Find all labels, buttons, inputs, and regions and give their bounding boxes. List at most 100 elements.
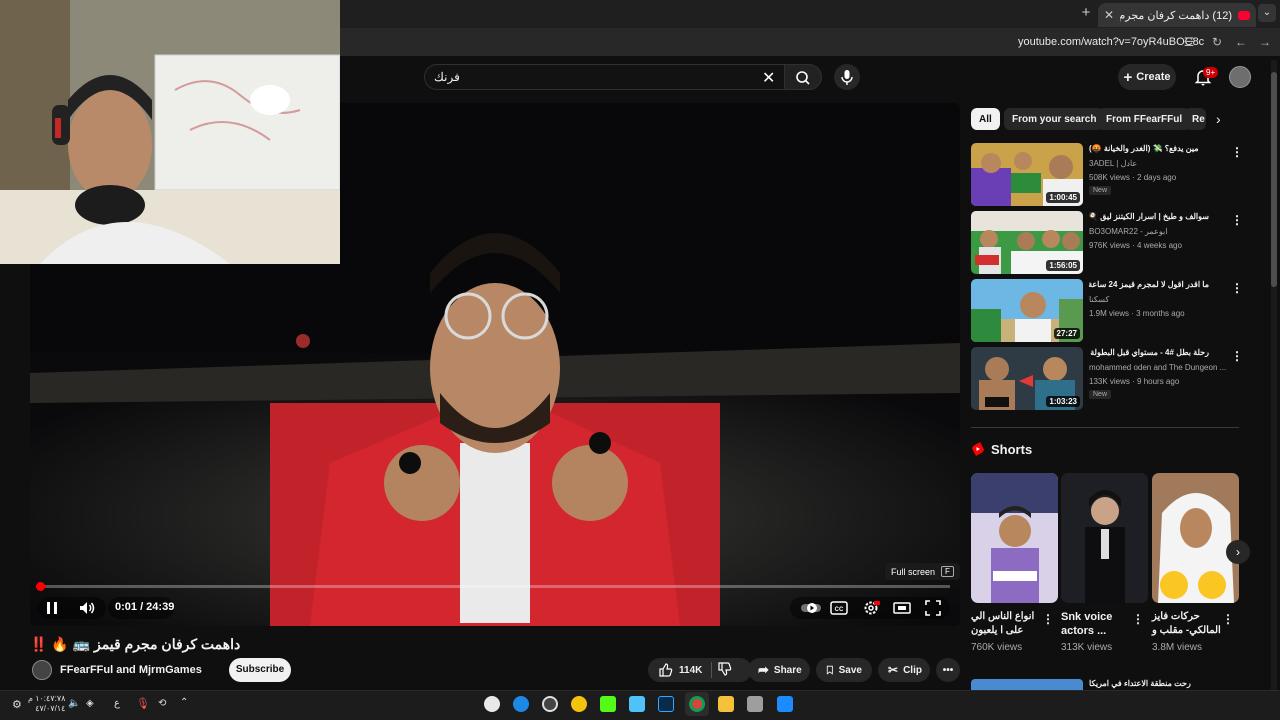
pause-icon bbox=[47, 602, 57, 614]
notepad-app-icon[interactable] bbox=[629, 696, 645, 712]
windows-start-icon[interactable] bbox=[777, 696, 793, 712]
chrome-app-icon[interactable] bbox=[689, 696, 705, 712]
obs-app-icon[interactable] bbox=[542, 696, 558, 712]
recommendation-item[interactable]: 1:03:23 رحلة بطل #4 - مستواي قبل البطولة… bbox=[971, 347, 1243, 411]
volume-icon bbox=[80, 602, 95, 614]
file-explorer-app-icon[interactable] bbox=[718, 696, 734, 712]
fullscreen-button[interactable] bbox=[922, 597, 944, 619]
new-tab-button[interactable]: + bbox=[1078, 5, 1094, 21]
kebab-menu-icon[interactable]: ⋮ bbox=[1132, 612, 1144, 626]
kebab-menu-icon[interactable]: ⋮ bbox=[1231, 349, 1243, 363]
share-button[interactable]: ➦ Share bbox=[748, 658, 810, 682]
autoplay-toggle[interactable] bbox=[800, 597, 822, 619]
chip-all[interactable]: All bbox=[971, 108, 1000, 130]
tab-close-icon[interactable]: ✕ bbox=[1104, 8, 1114, 22]
recommendation-item[interactable]: 1:56:05 سوالف و طبخ | اسرار الكيتنز ليق … bbox=[971, 211, 1243, 275]
time-display: 0:01 / 24:39 bbox=[115, 601, 175, 613]
video-title: داهمت كرفان مجرم قيمز 🚌 🔥 ‼️ bbox=[30, 636, 241, 652]
bookmark-icon bbox=[826, 665, 833, 675]
like-button[interactable]: 114K bbox=[658, 662, 702, 678]
speaker-icon[interactable]: 🔈 bbox=[68, 698, 80, 709]
create-button[interactable]: + Create bbox=[1118, 64, 1176, 90]
short-views: 760K views bbox=[971, 642, 1023, 653]
recommendation-title: رحلة بطل #4 - مستواي قبل البطولة ‼️ bbox=[1089, 348, 1209, 357]
partial-thumbnail[interactable] bbox=[971, 679, 1083, 690]
tab-title: (12) داهمت كرفان مجرم قيمز bbox=[1120, 9, 1232, 22]
account-avatar[interactable] bbox=[1229, 66, 1251, 88]
tooltip-label: Full screen bbox=[891, 566, 936, 577]
language-indicator[interactable]: ع bbox=[114, 698, 120, 709]
channel-name[interactable]: FFearFFul and MjrmGames bbox=[60, 664, 202, 676]
theater-mode-button[interactable] bbox=[891, 597, 913, 619]
recommendation-item[interactable]: 27:27 ما اقدر اقول لا لمجرم قيمز 24 ساعة… bbox=[971, 279, 1243, 343]
mic-tray-icon[interactable]: 🎙 bbox=[136, 697, 150, 710]
short-thumbnail[interactable] bbox=[1061, 473, 1148, 603]
subscribe-button[interactable]: Subscribe bbox=[229, 658, 291, 682]
system-tray-icon[interactable]: ⚙ bbox=[12, 698, 22, 711]
progress-scrubber[interactable] bbox=[36, 582, 45, 591]
kebab-menu-icon[interactable]: ⋮ bbox=[1231, 213, 1243, 227]
settings-button[interactable] bbox=[860, 597, 882, 619]
overwatch-app-icon[interactable] bbox=[484, 696, 500, 712]
more-actions-button[interactable]: ••• bbox=[936, 658, 960, 682]
recommendation-item[interactable]: 1:00:45 مين يدفع؟ 💸 (الغدر والخيانة 🤬) 3… bbox=[971, 143, 1243, 207]
new-badge: New bbox=[1089, 186, 1112, 195]
section-divider bbox=[971, 427, 1239, 428]
chip-partial[interactable]: Re bbox=[1184, 108, 1206, 130]
clip-button[interactable]: ✂ Clip bbox=[878, 658, 930, 682]
share-label: Share bbox=[773, 664, 802, 676]
back-icon[interactable]: ← bbox=[1234, 35, 1248, 49]
channel-avatar[interactable] bbox=[32, 660, 52, 680]
scrollbar-thumb[interactable] bbox=[1271, 72, 1277, 287]
pause-button[interactable] bbox=[41, 597, 63, 619]
chip-from-channel[interactable]: From FFearFFul bbox=[1098, 108, 1191, 130]
tune-icon[interactable]: ☰ bbox=[1182, 35, 1196, 49]
video-duration: 1:00:45 bbox=[1046, 192, 1080, 203]
new-badge: New bbox=[1089, 390, 1112, 399]
clock-date: ٤٧/٠٧/١٤ bbox=[35, 704, 66, 713]
clear-search-icon[interactable]: ✕ bbox=[762, 68, 775, 88]
kebab-menu-icon[interactable]: ⋮ bbox=[1231, 281, 1243, 295]
progress-bar[interactable] bbox=[40, 585, 950, 588]
chip-from-search[interactable]: From your search bbox=[1004, 108, 1105, 130]
shorts-next-button[interactable]: › bbox=[1226, 540, 1250, 564]
theater-icon bbox=[893, 602, 911, 614]
chevron-up-icon[interactable]: ⌃ bbox=[180, 697, 188, 708]
video-thumbnail[interactable]: 27:27 bbox=[971, 279, 1083, 342]
search-button[interactable] bbox=[784, 64, 822, 90]
microphone-icon bbox=[841, 70, 853, 85]
volume-button[interactable] bbox=[76, 597, 98, 619]
edge-app-icon[interactable] bbox=[513, 696, 529, 712]
video-thumbnail[interactable]: 1:00:45 bbox=[971, 143, 1083, 206]
chips-next-icon[interactable]: › bbox=[1216, 111, 1221, 127]
emoji-app-icon[interactable] bbox=[571, 696, 587, 712]
video-thumbnail[interactable]: 1:56:05 bbox=[971, 211, 1083, 274]
search-input[interactable] bbox=[424, 64, 784, 90]
dislike-button[interactable] bbox=[717, 661, 733, 680]
subtitles-button[interactable]: CC bbox=[828, 597, 850, 619]
browser-tab-active[interactable]: (12) داهمت كرفان مجرم قيمز ✕ bbox=[1098, 3, 1256, 27]
video-thumbnail[interactable]: 1:03:23 bbox=[971, 347, 1083, 410]
forward-icon[interactable]: → bbox=[1258, 35, 1272, 49]
save-button[interactable]: Save bbox=[816, 658, 872, 682]
network-icon[interactable]: ◈ bbox=[86, 698, 94, 709]
capture-tray-icon[interactable]: ⟲ bbox=[158, 698, 166, 709]
recommendation-meta: 976K views · 4 weeks ago bbox=[1089, 241, 1182, 250]
url-field[interactable]: youtube.com/watch?v=7oyR4uBOC8c bbox=[1018, 36, 1204, 48]
photoshop-app-icon[interactable] bbox=[658, 696, 674, 712]
short-thumbnail[interactable] bbox=[971, 473, 1058, 603]
short-image bbox=[971, 473, 1058, 603]
taskview-app-icon[interactable] bbox=[747, 696, 763, 712]
recommendation-channel: mohammed oden and The Dungeon ... bbox=[1089, 363, 1227, 372]
webcam-overlay bbox=[0, 0, 340, 264]
kebab-menu-icon[interactable]: ⋮ bbox=[1231, 145, 1243, 159]
short-thumbnail[interactable] bbox=[1152, 473, 1239, 603]
taskbar-clock[interactable]: ١٠:٤٧:٧٨ م ٤٧/٠٧/١٤ bbox=[28, 694, 65, 714]
tab-search-button[interactable]: ⌄ bbox=[1258, 4, 1276, 22]
voice-search-button[interactable] bbox=[834, 64, 860, 90]
kebab-menu-icon[interactable]: ⋮ bbox=[1042, 612, 1054, 626]
kebab-menu-icon[interactable]: ⋮ bbox=[1222, 612, 1234, 626]
shorts-header: Shorts bbox=[971, 441, 1032, 457]
reload-icon[interactable]: ↻ bbox=[1210, 35, 1224, 49]
kick-app-icon[interactable] bbox=[600, 696, 616, 712]
